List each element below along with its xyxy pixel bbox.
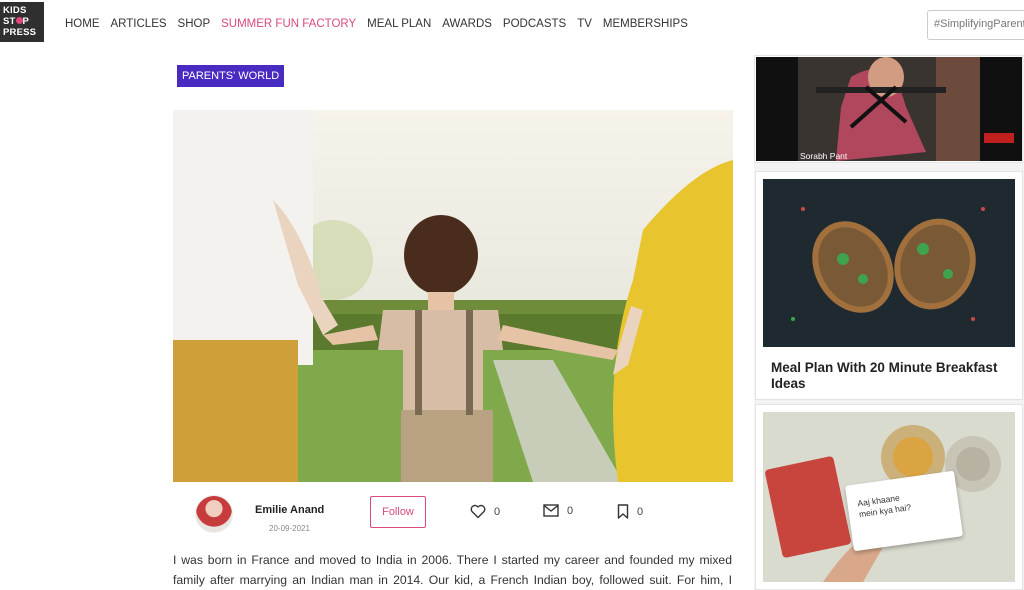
author-name[interactable]: Emilie Anand — [255, 504, 324, 516]
nav-memberships[interactable]: MEMBERSHIPS — [603, 18, 688, 30]
comment-action[interactable]: 0 — [543, 504, 573, 517]
meal-plan-card[interactable]: Meal Plan With 20 Minute Breakfast Ideas — [755, 171, 1023, 400]
nav-articles[interactable]: ARTICLES — [111, 18, 167, 30]
logo-line-3: PRESS — [3, 27, 37, 38]
category-tag[interactable]: PARENTS' WORLD — [177, 65, 285, 87]
logo-line-2: ST P — [3, 16, 30, 27]
like-count: 0 — [494, 505, 501, 518]
publish-date: 20-09-2021 — [269, 524, 310, 533]
bookmark-icon — [617, 504, 629, 519]
family-walking-illustration — [173, 110, 733, 482]
logo-line-1: KIDS — [3, 5, 27, 16]
author-row: Emilie Anand 20-09-2021 Follow 0 0 0 — [173, 492, 733, 537]
nav-tv[interactable]: TV — [577, 18, 592, 30]
promo-image[interactable]: Aaj khaane mein kya hai? — [763, 412, 1015, 582]
video-card[interactable]: Sorabh Pant — [754, 55, 1023, 163]
nav-home[interactable]: HOME — [65, 18, 100, 30]
nav-summer-fun-factory[interactable]: SUMMER FUN FACTORY — [221, 18, 356, 30]
heart-icon — [470, 504, 486, 519]
logo-dot-icon — [15, 16, 23, 24]
site-logo[interactable]: KIDS ST P PRESS — [0, 2, 44, 42]
bookmark-action[interactable]: 0 — [617, 504, 643, 519]
search-input[interactable]: #SimplifyingParenting — [927, 10, 1024, 40]
meal-plan-image[interactable] — [763, 179, 1015, 347]
bookmark-count: 0 — [637, 505, 644, 518]
nav-awards[interactable]: AWARDS — [442, 18, 492, 30]
video-thumbnail[interactable]: Sorabh Pant — [756, 57, 1022, 161]
nav-shop[interactable]: SHOP — [178, 18, 211, 30]
meal-plan-title[interactable]: Meal Plan With 20 Minute Breakfast Ideas — [771, 360, 1011, 392]
mail-icon — [543, 504, 559, 517]
article-body: I was born in France and moved to India … — [173, 553, 732, 587]
author-avatar[interactable] — [195, 495, 233, 533]
video-person-name: Sorabh Pant — [800, 151, 848, 161]
podcast-video-frame — [756, 57, 1022, 161]
promo-card[interactable]: Aaj khaane mein kya hai? — [755, 404, 1023, 590]
nav-podcasts[interactable]: PODCASTS — [503, 18, 566, 30]
like-action[interactable]: 0 — [470, 504, 500, 519]
comment-count: 0 — [567, 504, 574, 517]
main-nav: HOME ARTICLES SHOP SUMMER FUN FACTORY ME… — [65, 18, 699, 30]
follow-button[interactable]: Follow — [370, 496, 426, 528]
article-hero-image — [173, 110, 733, 482]
nav-meal-plan[interactable]: MEAL PLAN — [367, 18, 431, 30]
toast-food-photo — [763, 179, 1015, 347]
site-header: KIDS ST P PRESS HOME ARTICLES SHOP SUMMER… — [0, 0, 1024, 50]
